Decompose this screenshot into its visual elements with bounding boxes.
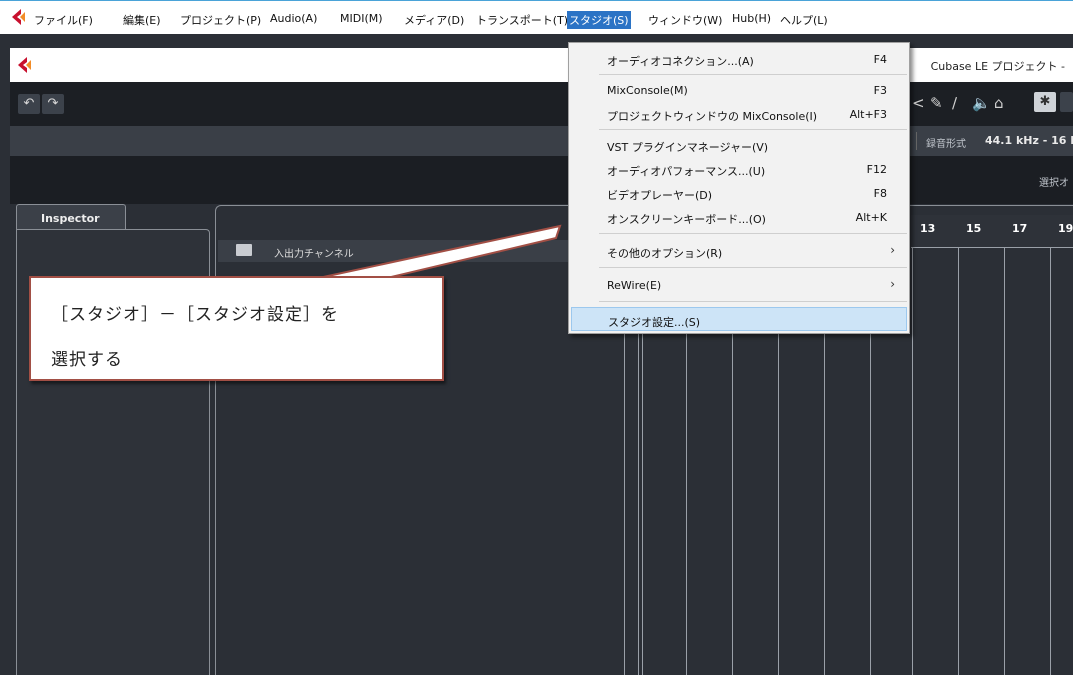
info-separator: [916, 132, 917, 150]
menu-item-label: その他のオプション(R): [607, 247, 723, 260]
record-format-value[interactable]: 44.1 kHz - 16 B: [985, 134, 1073, 147]
menu-item-shortcut: F12: [866, 163, 887, 176]
grid-line: [958, 215, 959, 675]
ruler-bar-number: 19: [1058, 222, 1073, 235]
menu-audio[interactable]: Audio(A): [268, 11, 319, 26]
callout-text-line1: ［スタジオ］－［スタジオ設定］を: [51, 305, 339, 325]
pencil-tool-icon[interactable]: ✎: [930, 94, 943, 112]
line-tool-icon[interactable]: ∕: [952, 94, 957, 112]
ruler-bar-number: 17: [1012, 222, 1028, 235]
menu-file[interactable]: ファイル(F): [32, 11, 95, 29]
menu-item-label: ReWire(E): [607, 279, 662, 292]
menu-transport[interactable]: トランスポート(T): [474, 11, 570, 29]
record-format-label: 録音形式: [926, 139, 966, 150]
ruler-bar-number: 13: [920, 222, 936, 235]
folder-icon: [236, 244, 252, 256]
menu-item-label: ビデオプレーヤー(D): [607, 189, 713, 202]
menu-item-more-options[interactable]: その他のオプション(R) ›: [569, 239, 909, 263]
menu-midi[interactable]: MIDI(M): [338, 11, 385, 26]
cubase-logo-icon: [12, 9, 25, 25]
cubase-logo-icon: [18, 57, 31, 73]
object-select-tool-icon[interactable]: <: [912, 94, 925, 112]
studio-menu-dropdown: オーディオコネクション...(A) F4 MixConsole(M) F3 プロ…: [568, 42, 910, 334]
menu-item-video-player[interactable]: ビデオプレーヤー(D) F8: [569, 181, 909, 205]
callout-text-line2: 選択する: [51, 350, 123, 370]
grid-line: [1050, 215, 1051, 675]
status-band: 選択オ: [10, 156, 1073, 204]
menu-hub[interactable]: Hub(H): [730, 11, 773, 26]
menu-separator: [599, 233, 907, 234]
menu-item-shortcut: F4: [873, 53, 887, 66]
instruction-callout: ［スタジオ］－［スタジオ設定］を 選択する: [29, 276, 444, 381]
menu-item-audio-performance[interactable]: オーディオパフォーマンス...(U) F12: [569, 157, 909, 181]
menu-media[interactable]: メディア(D): [402, 11, 466, 29]
window-title: Cubase LE プロジェクト -: [930, 60, 1065, 73]
menu-item-label: スタジオ設定...(S): [608, 316, 701, 329]
menu-item-label: オーディオパフォーマンス...(U): [607, 165, 766, 178]
menu-separator: [599, 301, 907, 302]
inspector-tab[interactable]: Inspector: [16, 204, 126, 231]
grid-line: [1004, 215, 1005, 675]
menu-window[interactable]: ウィンドウ(W): [646, 11, 724, 29]
menu-item-vst-plugin-manager[interactable]: VST プラグインマネージャー(V): [569, 133, 909, 157]
redo-button[interactable]: ↷: [42, 94, 64, 114]
speaker-tool-icon[interactable]: 🔈: [972, 94, 991, 112]
ruler-bar-number: 15: [966, 222, 982, 235]
menu-help[interactable]: ヘルプ(L): [778, 11, 830, 29]
menu-edit[interactable]: 編集(E): [121, 11, 163, 29]
project-window-titlebar: Cubase LE プロジェクト -: [10, 48, 1073, 83]
menu-item-audio-connections[interactable]: オーディオコネクション...(A) F4: [569, 47, 909, 71]
submenu-arrow-icon: ›: [890, 243, 895, 257]
menu-item-shortcut: F3: [873, 84, 887, 97]
snap-button[interactable]: ✱: [1034, 92, 1056, 112]
submenu-arrow-icon: ›: [890, 277, 895, 291]
menu-item-label: プロジェクトウィンドウの MixConsole(I): [607, 110, 818, 123]
undo-button[interactable]: ↶: [18, 94, 40, 114]
application-menubar: ファイル(F) 編集(E) プロジェクト(P) Audio(A) MIDI(M)…: [0, 0, 1073, 34]
track-name: 入出力チャンネル: [274, 249, 354, 260]
color-tool-icon[interactable]: ⌂: [994, 94, 1004, 112]
inspector-tab-label: Inspector: [41, 212, 100, 225]
menu-studio[interactable]: スタジオ(S): [567, 11, 631, 29]
menu-item-shortcut: Alt+K: [855, 211, 887, 224]
menu-item-shortcut: Alt+F3: [849, 108, 887, 121]
menu-separator: [599, 74, 907, 75]
menu-item-onscreen-keyboard[interactable]: オンスクリーンキーボード...(O) Alt+K: [569, 205, 909, 229]
menu-item-mixconsole[interactable]: MixConsole(M) F3: [569, 78, 909, 102]
project-info-bar: 録音形式 44.1 kHz - 16 B: [10, 126, 1073, 156]
snap-icon: ✱: [1039, 94, 1051, 109]
menu-project[interactable]: プロジェクト(P): [178, 11, 263, 29]
undo-icon: ↶: [23, 96, 35, 111]
menu-item-label: オーディオコネクション...(A): [607, 55, 754, 68]
menu-item-studio-setup[interactable]: スタジオ設定...(S): [571, 307, 907, 331]
selection-label: 選択オ: [1039, 178, 1069, 189]
menu-item-label: オンスクリーンキーボード...(O): [607, 213, 766, 226]
menu-item-label: MixConsole(M): [607, 84, 688, 97]
grid-line: [912, 215, 913, 675]
more-tools-button[interactable]: [1060, 92, 1073, 112]
menu-item-shortcut: F8: [873, 187, 887, 200]
menu-separator: [599, 129, 907, 130]
menu-item-label: VST プラグインマネージャー(V): [607, 141, 769, 154]
menu-separator: [599, 267, 907, 268]
menu-item-project-mixconsole[interactable]: プロジェクトウィンドウの MixConsole(I) Alt+F3: [569, 102, 909, 126]
redo-icon: ↷: [47, 96, 59, 111]
menu-item-rewire[interactable]: ReWire(E) ›: [569, 273, 909, 297]
